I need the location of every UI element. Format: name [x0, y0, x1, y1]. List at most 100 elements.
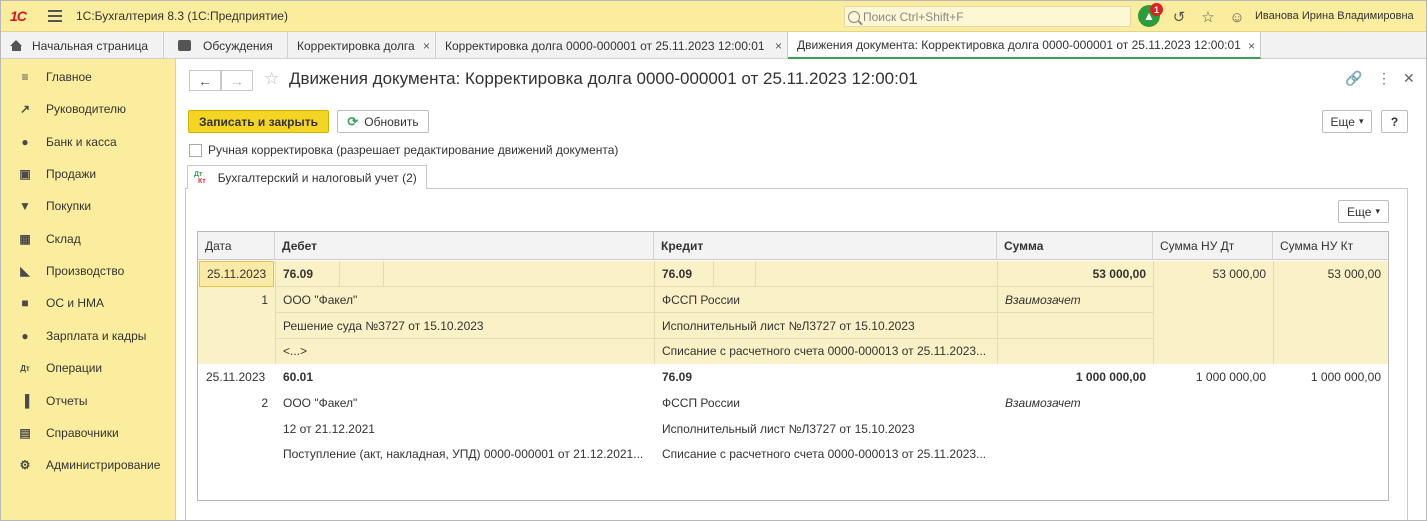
sidebar-item-main[interactable]: ≡ Главное [1, 65, 176, 89]
more-button[interactable]: Еще ▾ [1322, 110, 1372, 133]
cell-sum-nu-dt[interactable]: 1 000 000,00 [1154, 364, 1273, 390]
forward-button[interactable]: → [221, 70, 253, 91]
sidebar-item-label: Банк и касса [46, 135, 117, 149]
cell-sum[interactable]: 53 000,00 [998, 261, 1153, 287]
main-menu-icon[interactable] [48, 10, 62, 22]
tab-home[interactable]: Начальная страница [1, 32, 164, 59]
tab-debt-correction-list[interactable]: Корректировка долга × [288, 32, 436, 59]
person-icon: ● [21, 329, 29, 343]
current-user[interactable]: Иванова Ирина Владимировна [1255, 10, 1414, 22]
chevron-down-icon: ▾ [1375, 206, 1380, 216]
sidebar-item-label: Главное [46, 70, 92, 84]
cell-credit-subconto-2[interactable]: Исполнительный лист №Л3727 от 15.10.2023 [655, 313, 997, 339]
cart-icon: ▼ [19, 199, 31, 213]
app-window: 1С 1С:Бухгалтерия 8.3 (1С:Предприятие) П… [0, 0, 1427, 521]
search-placeholder: Поиск Ctrl+Shift+F [863, 9, 964, 24]
sidebar-item-salary[interactable]: ● Зарплата и кадры [1, 324, 176, 348]
sidebar-item-label: Справочники [46, 426, 119, 440]
sidebar-item-manager[interactable]: ↗ Руководителю [1, 97, 176, 121]
favorite-star-icon[interactable]: ☆ [264, 69, 279, 89]
bag-icon: ▣ [19, 167, 31, 181]
table-more-button[interactable]: Еще ▾ [1338, 200, 1389, 223]
cell-debit-account[interactable]: 76.09 [276, 261, 336, 287]
cell-debit-subconto-1[interactable]: ООО "Факел" [276, 390, 654, 416]
refresh-button[interactable]: ⟳ Обновить [337, 110, 429, 133]
tab-discussions[interactable]: Обсуждения [164, 32, 288, 59]
menu-lines-icon: ≡ [21, 70, 29, 84]
sidebar-item-fixed-assets[interactable]: ■ ОС и НМА [1, 291, 176, 315]
back-button[interactable]: ← [189, 70, 221, 91]
refresh-icon: ⟳ [347, 113, 359, 129]
sidebar-item-reports[interactable]: ▐ Отчеты [1, 389, 176, 413]
cell-sum-nu-kt[interactable]: 53 000,00 [1274, 261, 1388, 287]
sidebar-item-label: Отчеты [46, 394, 88, 408]
column-header-sum[interactable]: Сумма [997, 232, 1153, 260]
cell-sum-nu-kt[interactable]: 1 000 000,00 [1274, 364, 1388, 390]
save-and-close-button[interactable]: Записать и закрыть [188, 110, 329, 133]
column-header-debit[interactable]: Дебет [275, 232, 654, 260]
link-icon[interactable]: 🔗 [1345, 70, 1362, 87]
cell-debit-account[interactable]: 60.01 [276, 364, 336, 390]
sidebar-item-operations[interactable]: Дт Операции [1, 356, 176, 380]
sidebar-item-label: Операции [46, 361, 103, 375]
column-header-sum-nu-kt[interactable]: Сумма НУ Кт [1273, 232, 1388, 260]
close-icon[interactable]: × [775, 39, 782, 53]
sidebar-item-admin[interactable]: ⚙ Администрирование [1, 453, 176, 477]
favorites-star-icon[interactable]: ☆ [1198, 7, 1218, 27]
dt-kt-icon: Дт Кт [194, 170, 206, 185]
sidebar-item-catalogs[interactable]: ▤ Справочники [1, 421, 176, 445]
sidebar-item-production[interactable]: ◣ Производство [1, 259, 176, 283]
movements-table[interactable]: Дата Дебет Кредит Сумма Сумма НУ Дт Сумм… [197, 231, 1389, 501]
cell-credit-subconto-3[interactable]: Списание с расчетного счета 0000-000013 … [655, 441, 997, 467]
cell-debit-subconto-2[interactable]: 12 от 21.12.2021 [276, 416, 654, 442]
tab-document-movements[interactable]: Движения документа: Корректировка долга … [788, 32, 1261, 59]
more-label: Еще [1347, 204, 1372, 219]
table-row[interactable]: 25.11.2023 1 76.09 ООО "Факел" Решение с… [198, 261, 1388, 364]
manual-correction-checkbox[interactable] [189, 144, 202, 157]
close-icon[interactable]: × [1248, 39, 1255, 53]
arrow-left-icon: ← [198, 72, 212, 89]
close-icon[interactable]: ✕ [1403, 70, 1415, 87]
cell-credit-subconto-1[interactable]: ФССП России [655, 390, 997, 416]
sidebar-item-label: Руководителю [46, 102, 127, 116]
sidebar-item-label: Зарплата и кадры [46, 329, 147, 343]
cell-date[interactable]: 25.11.2023 [199, 364, 274, 390]
sidebar-item-purchases[interactable]: ▼ Покупки [1, 194, 176, 218]
more-vertical-icon[interactable]: ⋮ [1377, 70, 1391, 87]
column-header-date[interactable]: Дата [198, 232, 275, 260]
search-input[interactable]: Поиск Ctrl+Shift+F [844, 6, 1131, 27]
column-header-sum-nu-dt[interactable]: Сумма НУ Дт [1153, 232, 1273, 260]
history-icon[interactable]: ↺ [1169, 7, 1189, 27]
document-form: ← → ☆ Движения документа: Корректировка … [177, 59, 1426, 520]
cell-content[interactable]: Взаимозачет [998, 287, 1153, 313]
truck-icon: ■ [21, 296, 29, 310]
cell-debit-subconto-1[interactable]: ООО "Факел" [276, 287, 654, 313]
table-row[interactable]: 25.11.2023 2 60.01 ООО "Факел" 12 от 21.… [198, 364, 1388, 467]
cell-sum-nu-dt[interactable]: 53 000,00 [1154, 261, 1273, 287]
sidebar-item-bank[interactable]: ● Банк и касса [1, 130, 176, 154]
user-icon[interactable]: ☺ [1227, 7, 1247, 27]
sidebar-item-label: Продажи [46, 167, 97, 181]
cell-debit-subconto-2[interactable]: Решение суда №3727 от 15.10.2023 [276, 313, 654, 339]
cell-credit-account[interactable]: 76.09 [655, 364, 710, 390]
sidebar-item-warehouse[interactable]: ▦ Склад [1, 227, 176, 251]
home-icon [10, 40, 23, 51]
close-icon[interactable]: × [423, 39, 430, 53]
table-header: Дата Дебет Кредит Сумма Сумма НУ Дт Сумм… [198, 232, 1388, 260]
dt-kt-icon: Дт [20, 363, 30, 373]
cell-debit-subconto-3[interactable]: Поступление (акт, накладная, УПД) 0000-0… [276, 441, 654, 467]
cell-content[interactable]: Взаимозачет [998, 390, 1153, 416]
cell-credit-subconto-2[interactable]: Исполнительный лист №Л3727 от 15.10.2023 [655, 416, 997, 442]
cell-credit-account[interactable]: 76.09 [655, 261, 710, 287]
cell-sum[interactable]: 1 000 000,00 [998, 364, 1153, 390]
factory-icon: ◣ [20, 264, 30, 278]
tab-debt-correction-doc[interactable]: Корректировка долга 0000-000001 от 25.11… [436, 32, 788, 59]
cell-credit-subconto-3[interactable]: Списание с расчетного счета 0000-000013 … [655, 338, 997, 364]
tab-accounting-and-tax[interactable]: Дт Кт Бухгалтерский и налоговый учет (2) [187, 165, 427, 189]
cell-date[interactable]: 25.11.2023 [199, 261, 274, 287]
cell-debit-subconto-3[interactable]: <...> [276, 338, 654, 364]
column-header-credit[interactable]: Кредит [654, 232, 997, 260]
sidebar-item-sales[interactable]: ▣ Продажи [1, 162, 176, 186]
cell-credit-subconto-1[interactable]: ФССП России [655, 287, 997, 313]
help-button[interactable]: ? [1381, 110, 1408, 133]
